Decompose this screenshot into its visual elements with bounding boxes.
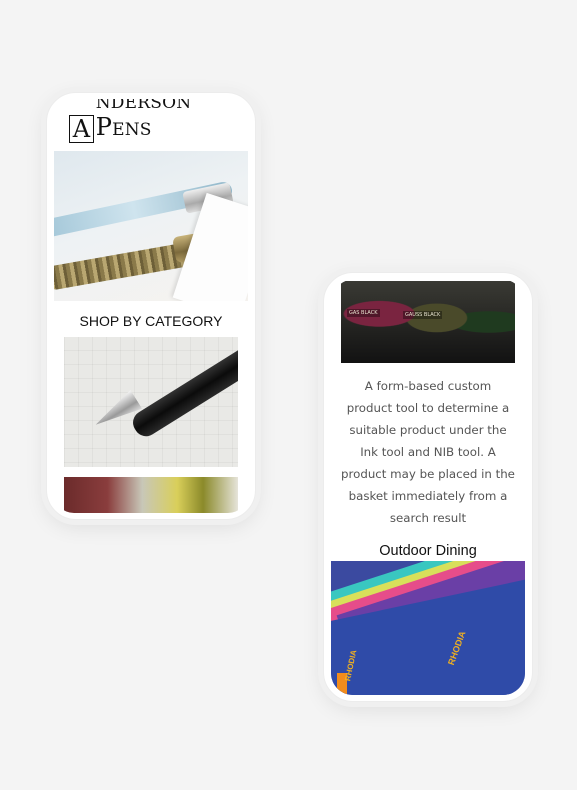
anderson-pens-logo[interactable]: A NDERSON PENS [69, 99, 233, 143]
section-title: SHOP BY CATEGORY [79, 313, 223, 329]
phone-mockup-right: GAS BLACK GAUSS BLACK A form-based custo… [323, 272, 533, 702]
fountain-pen-body [128, 339, 238, 441]
logo-wordmark: NDERSON PENS [96, 99, 233, 143]
logo-word-pens: ENS [112, 120, 152, 140]
ink-label: GAUSS BLACK [403, 311, 443, 319]
logo-initial-box: A [69, 115, 94, 143]
phone-screen-right: GAS BLACK GAUSS BLACK A form-based custo… [331, 279, 525, 695]
category-tile-nib[interactable] [64, 337, 238, 467]
notebooks-image[interactable]: RHODIA RHODIA [331, 561, 525, 695]
logo-word-anderson: NDERSON [95, 99, 192, 113]
product-tool-description: A form-based custom product tool to dete… [341, 379, 515, 525]
ink-bottles-image[interactable]: GAS BLACK GAUSS BLACK [341, 281, 515, 363]
outdoor-dining-title: Outdoor Dining [379, 543, 477, 559]
category-tile-ink[interactable] [64, 477, 238, 513]
phone-mockup-left: A NDERSON PENS SHOP BY CATEGORY [46, 92, 256, 520]
ink-label: GAS BLACK [347, 309, 380, 317]
logo-initial-p: P [95, 113, 113, 141]
hero-pens-image[interactable] [54, 151, 248, 301]
phone-screen-left: A NDERSON PENS SHOP BY CATEGORY [54, 99, 248, 513]
logo-initial-a: A [72, 115, 91, 143]
